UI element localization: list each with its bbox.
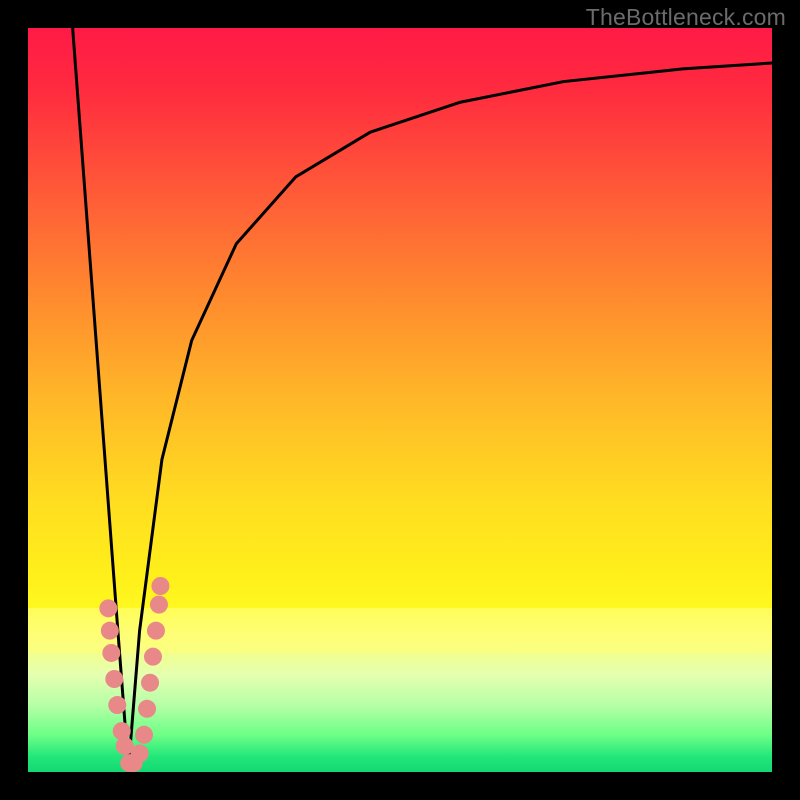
marker-point (102, 644, 120, 662)
marker-point (150, 596, 168, 614)
marker-point (147, 622, 165, 640)
marker-point (113, 722, 131, 740)
curve-left-branch (73, 28, 129, 768)
marker-point (151, 577, 169, 595)
marker-point (105, 670, 123, 688)
watermark-text: TheBottleneck.com (586, 4, 786, 31)
marker-point (99, 599, 117, 617)
marker-point (101, 622, 119, 640)
curve-overlay (28, 28, 772, 772)
chart-frame: TheBottleneck.com (0, 0, 800, 800)
marker-point (108, 696, 126, 714)
plot-area (28, 28, 772, 772)
marker-point (135, 726, 153, 744)
marker-point (144, 648, 162, 666)
marker-point (131, 744, 149, 762)
curve-right-branch (128, 63, 772, 768)
marker-point (141, 674, 159, 692)
marker-point (138, 700, 156, 718)
